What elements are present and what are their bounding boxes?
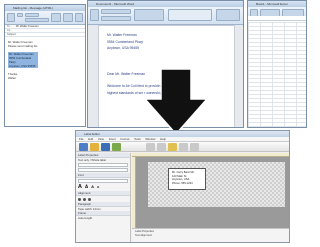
address-label[interactable]: Mr. Carry Bancroft 123 Main St Anytown, …: [168, 168, 206, 190]
menu-window[interactable]: Window: [145, 137, 155, 141]
editing-group[interactable]: [216, 9, 240, 21]
align-right-icon[interactable]: [88, 198, 92, 202]
font-box[interactable]: [25, 13, 39, 17]
font-style-group[interactable]: [101, 16, 131, 21]
outlook-ribbon: [5, 11, 85, 25]
send-button[interactable]: [7, 13, 15, 22]
font-size-medium-icon[interactable]: A: [85, 184, 88, 189]
align-center-icon[interactable]: [83, 198, 87, 202]
align-left-icon[interactable]: [78, 198, 81, 202]
horizontal-ruler: [132, 153, 289, 157]
selected-line: Anytown, USA 95455: [9, 64, 36, 68]
word-ribbon: [88, 7, 243, 25]
font-name-box[interactable]: [101, 9, 131, 14]
menu-edit[interactable]: Edit: [88, 137, 93, 141]
frame-icon[interactable]: [157, 143, 166, 151]
label-editor-window[interactable]: Label Editor File Edit View Insert Forma…: [75, 130, 290, 243]
menu-view[interactable]: View: [98, 137, 104, 141]
table-icon[interactable]: [190, 143, 199, 151]
label-line: Phone: 555-1234: [172, 181, 193, 185]
properties-sidebar: Label Properties Text only / Whole label…: [76, 153, 131, 242]
open-icon[interactable]: [90, 143, 99, 151]
styles-gallery[interactable]: [168, 9, 212, 21]
message-body[interactable]: Mr. Walter Freeman Please send mailing l…: [5, 37, 85, 83]
tape-width-field[interactable]: [78, 163, 128, 167]
attach-file-button[interactable]: [63, 13, 73, 22]
sidebar-section-font[interactable]: Font: [76, 173, 130, 178]
selected-address[interactable]: Mr. Walter Freeman 9554 Cumberland Pkwy …: [8, 52, 38, 68]
arrow-down-icon: [145, 69, 207, 134]
font-name-field[interactable]: [78, 179, 128, 183]
paste-button[interactable]: [90, 9, 99, 21]
barcode-icon[interactable]: [179, 143, 188, 151]
image-icon[interactable]: [168, 143, 177, 151]
menu-insert[interactable]: Insert: [109, 137, 116, 141]
paste-icon[interactable]: [17, 13, 23, 17]
font-style-icon[interactable]: A: [97, 185, 99, 189]
options-button[interactable]: [75, 13, 83, 22]
editor-toolbar: [76, 142, 289, 152]
excel-window[interactable]: Book1 - Microsoft Excel: [247, 0, 307, 128]
outlook-message-window[interactable]: Mailing list - Message (HTML) To... Mr. …: [4, 4, 86, 127]
length-field[interactable]: [78, 168, 128, 172]
selected-line: 9554 Cumberland Pkwy: [9, 56, 32, 64]
menu-file[interactable]: File: [79, 137, 84, 141]
to-value[interactable]: Mr. Walter Freeman: [16, 25, 39, 28]
print-icon[interactable]: [112, 143, 121, 151]
menu-tools[interactable]: Tools: [134, 137, 141, 141]
sign-off-line: Walter: [8, 76, 16, 80]
formula-bar[interactable]: [248, 16, 306, 21]
sidebar-text: Text only / Whole label: [78, 158, 106, 162]
paragraph-group[interactable]: [134, 9, 164, 21]
format-group[interactable]: [25, 18, 49, 22]
status-text: Text Alignment: [135, 234, 152, 237]
sidebar-text: Auto length: [78, 216, 93, 220]
text-icon[interactable]: [146, 143, 155, 151]
font-size-small-icon[interactable]: A: [91, 185, 94, 189]
menu-help[interactable]: Help: [160, 137, 166, 141]
spreadsheet-grid[interactable]: [248, 22, 306, 127]
label-canvas[interactable]: Mr. Carry Bancroft 123 Main St Anytown, …: [132, 153, 289, 242]
properties-panel: Label Properties Text Alignment: [132, 228, 289, 242]
menu-format[interactable]: Format: [120, 137, 129, 141]
save-icon[interactable]: [101, 143, 110, 151]
address-book-button[interactable]: [51, 13, 61, 22]
font-size-large-icon[interactable]: A: [78, 184, 82, 190]
label-tape[interactable]: Mr. Carry Bancroft 123 Main St Anytown, …: [148, 162, 285, 207]
new-icon[interactable]: [79, 143, 88, 151]
